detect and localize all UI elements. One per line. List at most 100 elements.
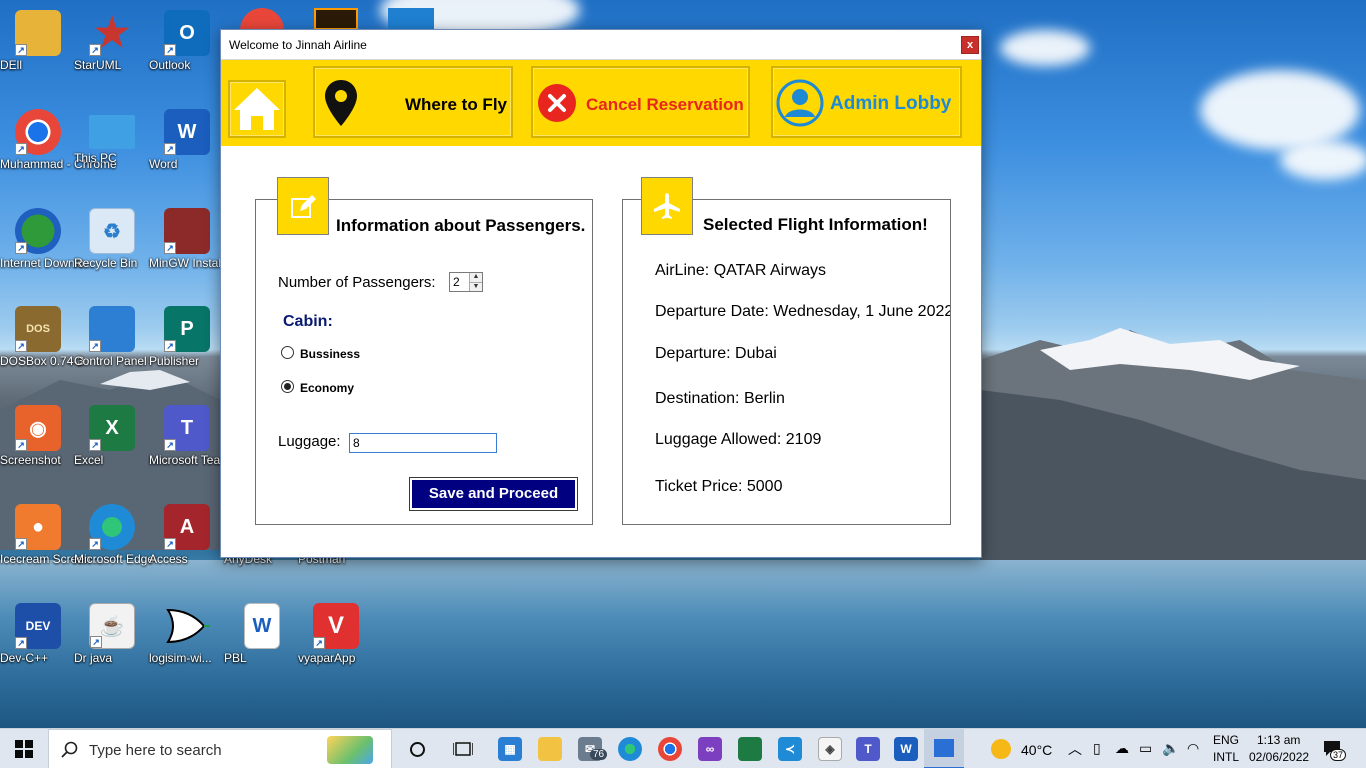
vscode-icon[interactable]: ≺ [778, 737, 802, 761]
close-button[interactable]: x [961, 36, 979, 54]
speaker-icon[interactable]: 🔈 [1162, 740, 1179, 757]
economy-radio[interactable] [281, 380, 294, 393]
spin-up-button[interactable]: ▲ [469, 273, 482, 282]
language-top[interactable]: ENG [1213, 733, 1239, 747]
business-radio-label[interactable]: Bussiness [300, 347, 360, 361]
desktop-icon-label: Microsoft Edge [74, 552, 155, 566]
battery-icon[interactable]: ▭ [1139, 740, 1152, 757]
task-view-button[interactable] [446, 729, 480, 768]
chevron-up-icon[interactable]: ︿ [1068, 739, 1082, 759]
desktop-icon-label: This PC [74, 151, 117, 165]
save-and-proceed-button[interactable]: Save and Proceed [409, 477, 578, 511]
search-placeholder: Type here to search [89, 742, 222, 759]
desktop-icon-access[interactable]: A ↗ Access [149, 498, 225, 588]
desktop-icon-label: StarUML [74, 58, 122, 72]
desktop-icon-label: vyaparApp [298, 651, 356, 665]
project-icon[interactable] [738, 737, 762, 761]
word-icon: W ↗ [164, 109, 210, 155]
store-icon[interactable]: ▦ [498, 737, 522, 761]
edge-icon[interactable] [618, 737, 642, 761]
camera-icon: ◉ ↗ [15, 405, 61, 451]
luggage-allowed-text: Luggage Allowed: 2109 [655, 431, 822, 448]
desktop-icon-pbl[interactable]: W PBL [224, 597, 300, 687]
cancel-icon [538, 84, 576, 122]
desktop-icon-dell[interactable]: ↗ DEll [0, 4, 76, 94]
desktop-icon-label: Screenshot [0, 453, 61, 467]
home-button[interactable] [228, 80, 286, 138]
language-bottom[interactable]: INTL [1213, 750, 1239, 764]
chrome-icon [240, 8, 284, 30]
economy-radio-label[interactable]: Economy [300, 381, 354, 395]
word-icon[interactable]: W [894, 737, 918, 761]
desktop-icon-icecream[interactable]: ● ↗ Icecream Screen ... [0, 498, 104, 588]
search-highlight-icon [327, 736, 373, 764]
airline-text: AirLine: QATAR Airways [655, 262, 827, 279]
desktop-icon-this-pc[interactable]: This PC [74, 103, 150, 193]
desktop-icon-label: DOSBox 0.74-3 [0, 354, 85, 368]
desktop-icon-control-panel[interactable]: ↗ Control Panel [74, 300, 150, 390]
visual-studio-icon[interactable]: ∞ [698, 737, 722, 761]
vyapar-icon: V ↗ [313, 603, 359, 649]
desktop-icon-label: Dev-C++ [0, 651, 49, 665]
teams-icon: T ↗ [164, 405, 210, 451]
desktop-icon-idm[interactable]: ↗ Internet Downlo... [0, 202, 94, 292]
chrome-icon[interactable] [658, 737, 682, 761]
desktop-icon-mingw[interactable]: ↗ MinGW Installer [149, 202, 234, 292]
spin-down-button[interactable]: ▼ [469, 282, 482, 291]
desktop-icon-vyapar[interactable]: V ↗ vyaparApp [298, 597, 374, 687]
business-radio[interactable] [281, 346, 294, 359]
weather-temp[interactable]: 40°C [1021, 742, 1052, 758]
passenger-count-value: 2 [453, 275, 460, 289]
folder-icon: ↗ [15, 10, 61, 56]
departure-text: Departure: Dubai [655, 345, 777, 362]
cancel-reservation-button[interactable]: Cancel Reservation [531, 66, 750, 138]
clock-time[interactable]: 1:13 am [1257, 733, 1300, 747]
desktop-icon-devcpp[interactable]: DEV ↗ Dev-C++ [0, 597, 76, 687]
devcpp-icon: DEV ↗ [15, 603, 61, 649]
desktop-icon-edge[interactable]: ↗ Microsoft Edge [74, 498, 154, 588]
location-pin-icon [325, 80, 357, 126]
teams-icon[interactable]: T [856, 737, 880, 761]
desktop-icon-outlook[interactable]: O ↗ Outlook [149, 4, 225, 94]
wifi-icon[interactable]: ◠ [1187, 740, 1199, 757]
desktop-icon-word[interactable]: W ↗ Word [149, 103, 225, 193]
desktop-icon-publisher[interactable]: P ↗ Publisher [149, 300, 225, 390]
desktop-icon-screenshot[interactable]: ◉ ↗ Screenshot [0, 399, 76, 489]
desktop-icon-staruml[interactable]: ★ ↗ StarUML [74, 4, 150, 94]
app-icon [388, 8, 434, 30]
logic-gate-icon [164, 603, 210, 649]
desktop-icon-dosbox[interactable]: DOS ↗ DOSBox 0.74-3 [0, 300, 84, 390]
desktop-icon-excel[interactable]: X ↗ Excel [74, 399, 150, 489]
edge-icon: ↗ [89, 504, 135, 550]
nav-bar: Where to Fly Cancel Reservation Admin Lo… [221, 60, 981, 146]
outlook-icon: O ↗ [164, 10, 210, 56]
desktop-icon-teams[interactable]: T ↗ Microsoft Teams [149, 399, 236, 489]
passenger-count-stepper[interactable]: 2 ▲ ▼ [449, 272, 483, 292]
sun-icon[interactable] [991, 739, 1011, 759]
cortana-button[interactable] [400, 729, 434, 768]
admin-lobby-button[interactable]: Admin Lobby [771, 66, 962, 138]
download-globe-icon: ↗ [15, 208, 61, 254]
desktop-icon-chrome[interactable]: ↗ Muhammad - Chrome [0, 103, 117, 193]
active-app-taskbar-button[interactable] [924, 729, 964, 768]
window-title: Welcome to Jinnah Airline [229, 38, 367, 52]
cortana-icon [409, 741, 425, 757]
title-bar[interactable]: Welcome to Jinnah Airline x [221, 30, 981, 60]
app-icon[interactable]: ◈ [818, 737, 842, 761]
desktop-icon-drjava[interactable]: ☕ ↗ Dr java [74, 597, 150, 687]
file-explorer-icon[interactable] [538, 737, 562, 761]
mail-badge: 76 [590, 749, 608, 760]
recycle-bin-icon: ♻ [89, 208, 135, 254]
clock-date[interactable]: 02/06/2022 [1249, 750, 1309, 764]
desktop-icon-label: Publisher [149, 354, 200, 368]
desktop-icon-recycle-bin[interactable]: ♻ Recycle Bin [74, 202, 150, 292]
cloud-icon[interactable]: ☁ [1115, 740, 1129, 757]
cancel-reservation-label: Cancel Reservation [586, 95, 744, 114]
where-to-fly-button[interactable]: Where to Fly [313, 66, 513, 138]
start-button[interactable] [0, 729, 48, 768]
desktop-icon-logisim[interactable]: logisim-wi... [149, 597, 225, 687]
network-status-icon[interactable]: ▯ [1093, 740, 1101, 757]
luggage-input[interactable]: 8 [349, 433, 497, 453]
desktop-icon-label: Dr java [74, 651, 113, 665]
search-box[interactable]: Type here to search [48, 729, 392, 768]
